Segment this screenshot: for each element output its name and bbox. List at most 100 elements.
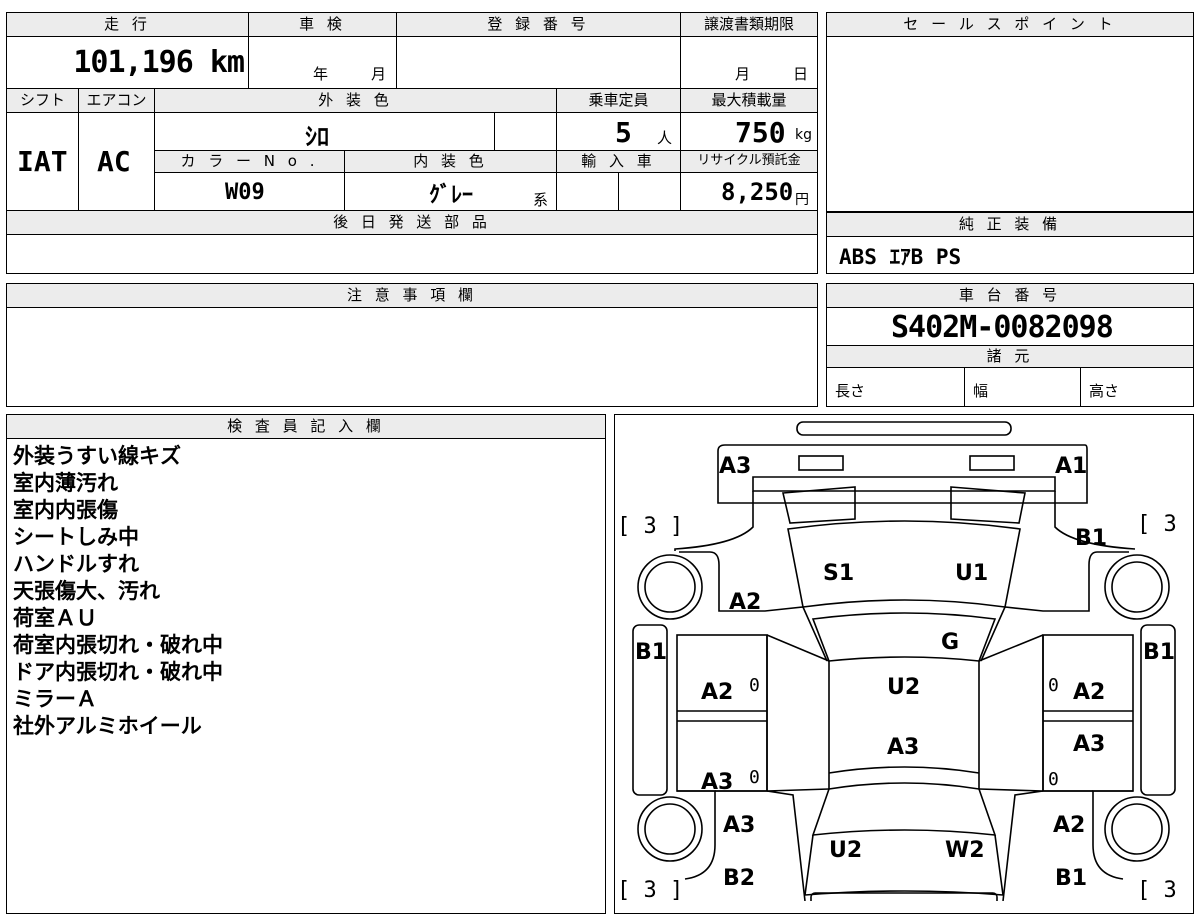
inspector-notes-list: 外装うすい線キズ 室内薄汚れ 室内内張傷 シートしみ中 ハンドルすれ 天張傷大、… bbox=[13, 443, 223, 740]
mark-zero-right-mid: 0 bbox=[1048, 675, 1059, 696]
interior-color-value: ｸﾞﾚｰ bbox=[429, 183, 474, 208]
mark-a2-right-bottom: A2 bbox=[1053, 813, 1085, 838]
mark-zero-left-lower: 0 bbox=[749, 767, 760, 788]
import-value-cell-1 bbox=[557, 173, 619, 211]
note-item: 天張傷大、汚れ bbox=[13, 579, 160, 603]
mileage-value-cell: 101,196 km bbox=[7, 37, 249, 89]
note-item: ドア内張切れ・破れ中 bbox=[13, 660, 223, 684]
mileage-value: 101,196 km bbox=[73, 45, 245, 80]
interior-color-header: 内 装 色 bbox=[345, 151, 557, 173]
aircon-value: AC bbox=[97, 145, 131, 178]
aircon-value-cell: AC bbox=[79, 113, 155, 211]
import-header: 輸 入 車 bbox=[557, 151, 681, 173]
color-no-header: カ ラ ー N o . bbox=[155, 151, 345, 173]
shift-value: IAT bbox=[17, 145, 68, 178]
sales-point-header: セ ー ル ス ポ イ ン ト bbox=[827, 13, 1193, 37]
note-item: ミラーＡ bbox=[13, 687, 97, 711]
spec-length-label: 長さ bbox=[835, 382, 866, 400]
capacity-value: 5 bbox=[615, 116, 632, 149]
tire-rear-right: [ 3 ] bbox=[1137, 878, 1193, 901]
caution-box: 注 意 事 項 欄 bbox=[6, 283, 818, 407]
aircon-header: エアコン bbox=[79, 89, 155, 113]
oem-equipment-box: 純 正 装 備 ABS ｴｱB PS bbox=[826, 212, 1194, 274]
inspector-notes-header: 検 査 員 記 入 欄 bbox=[7, 415, 605, 439]
mark-g: G bbox=[941, 630, 959, 655]
mark-a2-left-mid: A2 bbox=[701, 680, 733, 705]
car-diagram-box: 0 0 0 0 [ 3 ] [ 3 ] [ 3 ] [ 3 ] A3 A1 B1… bbox=[614, 414, 1194, 914]
import-value-cell-2 bbox=[619, 173, 681, 211]
interior-color-suffix: 系 bbox=[533, 191, 549, 209]
vehicle-info-table: 走 行 車 検 登 録 番 号 譲渡書類期限 101,196 km 年 月 月 … bbox=[6, 12, 818, 274]
capacity-unit: 人 bbox=[657, 129, 673, 147]
mark-b1-bottom: B1 bbox=[1055, 866, 1087, 891]
mark-a2-right-mid: A2 bbox=[1073, 680, 1105, 705]
transfer-deadline-value-cell: 月 日 bbox=[681, 37, 817, 89]
interior-color-value-cell: ｸﾞﾚｰ 系 bbox=[345, 173, 557, 211]
spec-width-label: 幅 bbox=[973, 382, 989, 400]
mark-b1-right-upper: B1 bbox=[1075, 526, 1107, 551]
exterior-color-value: ｼﾛ bbox=[305, 123, 329, 151]
color-no-value-cell: W09 bbox=[155, 173, 345, 211]
shaken-month-label: 月 bbox=[371, 65, 387, 83]
chassis-no-value: S402M-0082098 bbox=[891, 310, 1114, 345]
note-item: ハンドルすれ bbox=[13, 552, 139, 576]
chassis-no-header: 車 台 番 号 bbox=[827, 284, 1193, 308]
tire-front-left: [ 3 ] bbox=[617, 514, 683, 539]
mark-u1: U1 bbox=[955, 561, 988, 586]
spec-height-label: 高さ bbox=[1089, 382, 1120, 400]
max-load-value-cell: 750 kg bbox=[681, 113, 817, 151]
spec-height-cell: 高さ bbox=[1081, 368, 1193, 406]
recycle-value-cell: 8,250 円 bbox=[681, 173, 817, 211]
recycle-unit: 円 bbox=[795, 192, 809, 208]
mileage-header: 走 行 bbox=[7, 13, 249, 37]
registration-header: 登 録 番 号 bbox=[397, 13, 681, 37]
specs-header: 諸 元 bbox=[827, 346, 1193, 368]
shaken-year-label: 年 bbox=[313, 65, 329, 83]
mark-s1: S1 bbox=[823, 561, 854, 586]
shift-header: シフト bbox=[7, 89, 79, 113]
chassis-specs-box: 車 台 番 号 S402M-0082098 諸 元 長さ 幅 高さ bbox=[826, 283, 1194, 407]
mark-w2-bottom: W2 bbox=[945, 838, 985, 863]
exterior-color-value-cell: ｼﾛ bbox=[155, 113, 495, 151]
later-parts-value-cell bbox=[7, 235, 817, 273]
deadline-day-label: 日 bbox=[793, 65, 809, 83]
mark-a3-left-lower: A3 bbox=[701, 770, 733, 795]
mark-a3-top-left: A3 bbox=[719, 454, 751, 479]
inspector-notes-box: 検 査 員 記 入 欄 外装うすい線キズ 室内薄汚れ 室内内張傷 シートしみ中 … bbox=[6, 414, 606, 914]
max-load-value: 750 bbox=[735, 116, 786, 149]
transfer-deadline-header: 譲渡書類期限 bbox=[681, 13, 817, 37]
note-item: 外装うすい線キズ bbox=[13, 444, 181, 468]
shaken-header: 車 検 bbox=[249, 13, 397, 37]
exterior-color-extra-cell bbox=[495, 113, 557, 151]
max-load-header: 最大積載量 bbox=[681, 89, 817, 113]
note-item: 荷室内張切れ・破れ中 bbox=[13, 633, 223, 657]
capacity-header: 乗車定員 bbox=[557, 89, 681, 113]
shaken-value-cell: 年 月 bbox=[249, 37, 397, 89]
oem-equipment-value: ABS ｴｱB PS bbox=[839, 245, 962, 269]
mark-zero-left-mid: 0 bbox=[749, 675, 760, 696]
registration-value-cell bbox=[397, 37, 681, 89]
recycle-header: リサイクル預託金 bbox=[681, 151, 817, 173]
recycle-value: 8,250 bbox=[721, 178, 794, 206]
color-no-value: W09 bbox=[225, 180, 265, 205]
mark-a2-left-upper: A2 bbox=[729, 590, 761, 615]
mark-zero-right-lower: 0 bbox=[1048, 769, 1059, 790]
chassis-no-value-cell: S402M-0082098 bbox=[827, 308, 1193, 346]
spec-length-cell: 長さ bbox=[827, 368, 965, 406]
mark-a3-center: A3 bbox=[887, 735, 919, 760]
mark-u2-bottom: U2 bbox=[829, 838, 862, 863]
note-item: 室内内張傷 bbox=[13, 498, 118, 522]
tire-front-right: [ 3 ] bbox=[1137, 512, 1193, 537]
max-load-unit: kg bbox=[795, 127, 812, 143]
shift-value-cell: IAT bbox=[7, 113, 79, 211]
later-parts-header: 後 日 発 送 部 品 bbox=[7, 211, 817, 235]
note-item: シートしみ中 bbox=[13, 525, 139, 549]
mark-a1-top-right: A1 bbox=[1055, 454, 1087, 479]
mark-b1-left-side: B1 bbox=[635, 640, 667, 665]
mark-u2-center: U2 bbox=[887, 675, 920, 700]
deadline-month-label: 月 bbox=[735, 65, 751, 83]
oem-equipment-header: 純 正 装 備 bbox=[827, 213, 1193, 237]
note-item: 室内薄汚れ bbox=[13, 471, 118, 495]
mark-b2-bottom: B2 bbox=[723, 866, 755, 891]
mark-a3-left-bottom: A3 bbox=[723, 813, 755, 838]
